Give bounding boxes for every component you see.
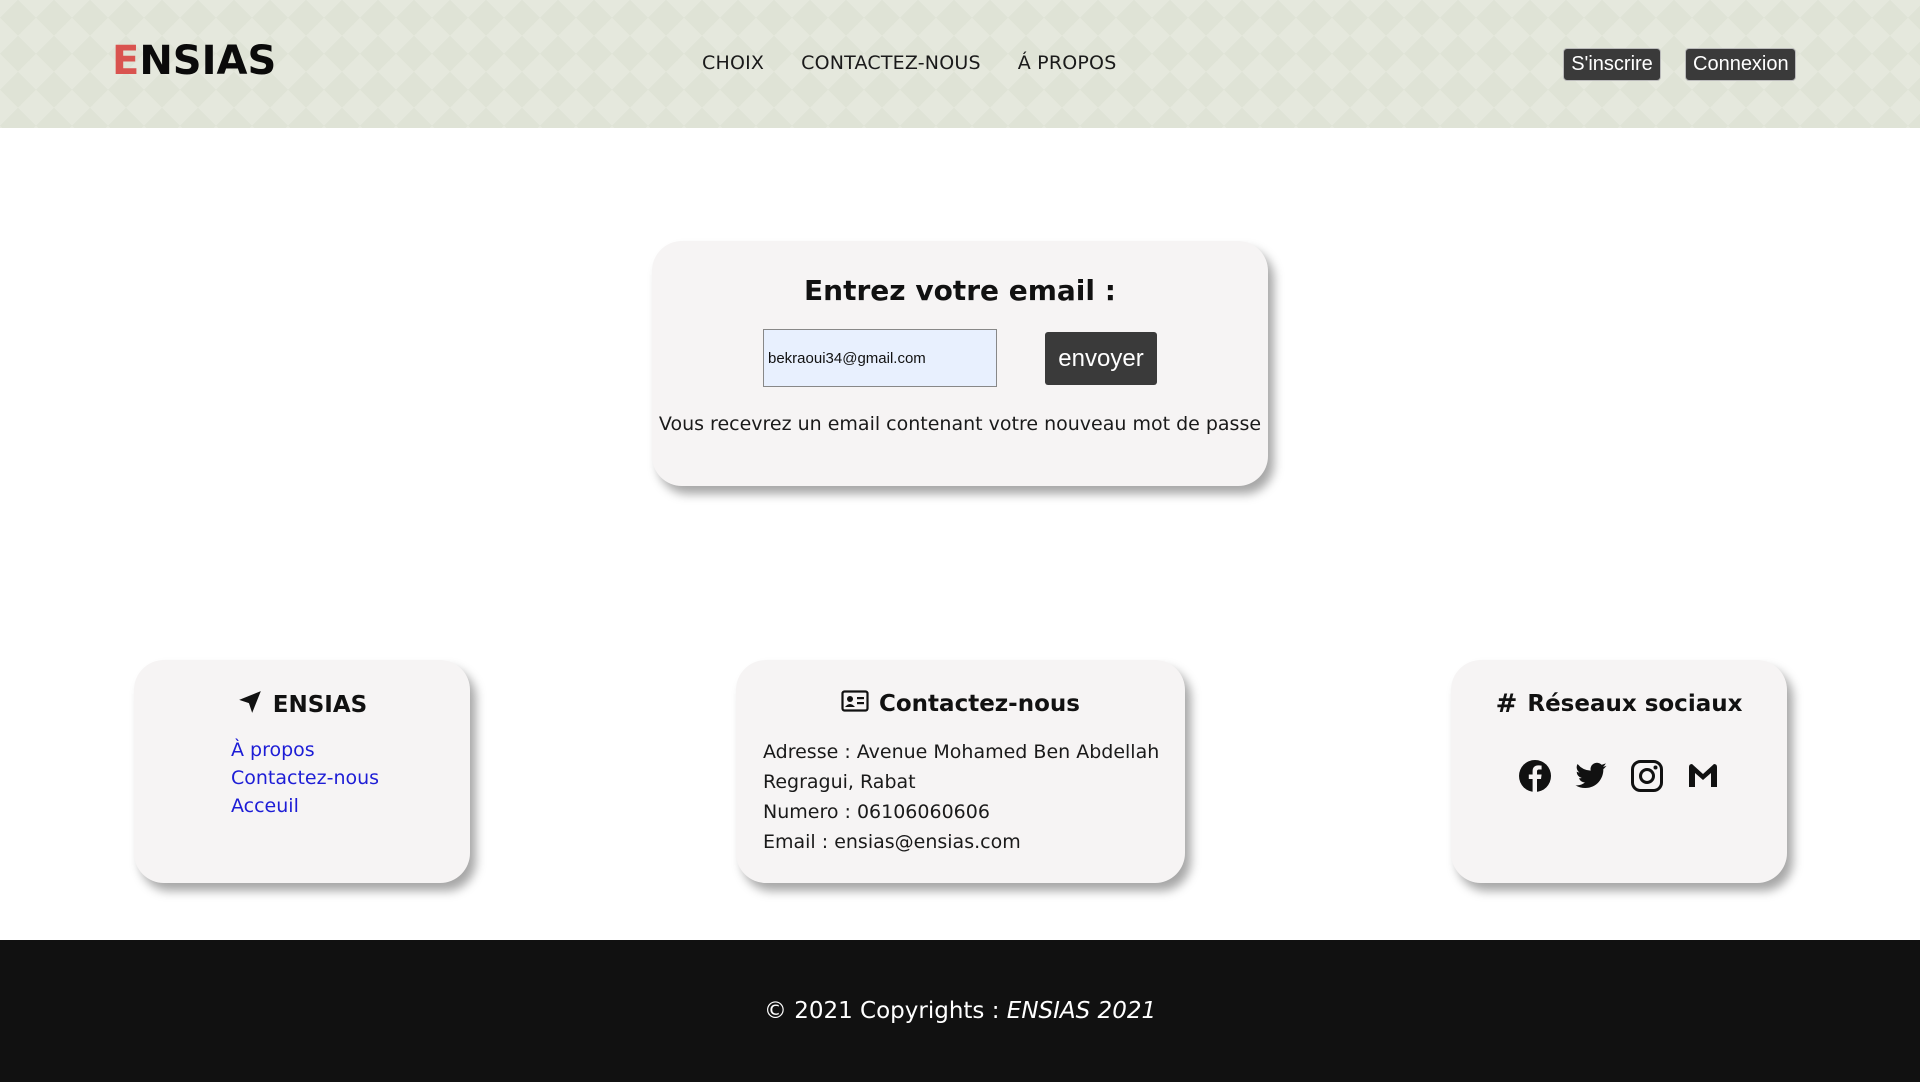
copyright-prefix: © 2021 Copyrights : — [763, 998, 1007, 1024]
twitter-icon[interactable] — [1574, 759, 1608, 793]
social-card-title: # Réseaux sociaux — [1451, 689, 1787, 719]
contact-address-line-1: Adresse : Avenue Mohamed Ben Abdellah — [763, 741, 1160, 763]
send-button[interactable]: envoyer — [1045, 332, 1157, 385]
contact-card-title-text: Contactez-nous — [879, 691, 1080, 717]
social-card-title-text: Réseaux sociaux — [1527, 691, 1743, 717]
ensias-links: À propos Contactez-nous Acceuil — [231, 739, 470, 817]
contact-phone: Numero : 06106060606 — [763, 801, 990, 823]
main-nav: CHOIX CONTACTEZ-NOUS Á PROPOS — [702, 52, 1153, 74]
logo-first-letter: E — [112, 38, 140, 84]
logo-rest: NSIAS — [139, 38, 277, 84]
footer-card-ensias: ENSIAS À propos Contactez-nous Acceuil — [134, 660, 470, 883]
login-button[interactable]: Connexion — [1685, 48, 1796, 81]
signup-button[interactable]: S'inscrire — [1563, 48, 1661, 81]
email-note: Vous recevrez un email contenant votre n… — [658, 413, 1262, 435]
list-item: Contactez-nous — [231, 767, 470, 789]
copyright-brand: ENSIAS 2021 — [1006, 998, 1157, 1024]
instagram-icon[interactable] — [1630, 759, 1664, 793]
list-item: Acceuil — [231, 795, 470, 817]
email-card-title: Entrez votre email : — [804, 274, 1116, 307]
footer-card-social: # Réseaux sociaux — [1451, 660, 1787, 883]
hashtag-icon: # — [1495, 689, 1518, 719]
social-icons — [1451, 759, 1787, 793]
email-input[interactable] — [763, 329, 997, 387]
email-reset-card: Entrez votre email : envoyer Vous recevr… — [652, 241, 1268, 486]
link-acceuil[interactable]: Acceuil — [231, 795, 299, 817]
facebook-icon[interactable] — [1518, 759, 1552, 793]
copyright-bar: © 2021 Copyrights : ENSIAS 2021 — [0, 940, 1920, 1082]
logo[interactable]: ENSIAS — [112, 38, 276, 84]
email-form-row: envoyer — [652, 329, 1268, 389]
gmail-icon[interactable] — [1686, 759, 1720, 793]
id-card-icon — [841, 689, 869, 719]
link-contactez-nous[interactable]: Contactez-nous — [231, 767, 379, 789]
link-a-propos[interactable]: À propos — [231, 739, 315, 761]
contact-info: Adresse : Avenue Mohamed Ben Abdellah Re… — [763, 737, 1185, 857]
contact-address-line-2: Regragui, Rabat — [763, 771, 916, 793]
ensias-card-title: ENSIAS — [134, 689, 470, 721]
nav-a-propos[interactable]: Á PROPOS — [1018, 52, 1117, 74]
contact-card-title: Contactez-nous — [736, 689, 1185, 719]
nav-choix[interactable]: CHOIX — [702, 52, 764, 74]
contact-email: Email : ensias@ensias.com — [763, 831, 1021, 853]
list-item: À propos — [231, 739, 470, 761]
footer-card-contact: Contactez-nous Adresse : Avenue Mohamed … — [736, 660, 1185, 883]
top-header: ENSIAS CHOIX CONTACTEZ-NOUS Á PROPOS S'i… — [0, 0, 1920, 128]
nav-contactez-nous[interactable]: CONTACTEZ-NOUS — [801, 52, 981, 74]
location-arrow-icon — [237, 689, 263, 721]
ensias-card-title-text: ENSIAS — [272, 692, 368, 718]
